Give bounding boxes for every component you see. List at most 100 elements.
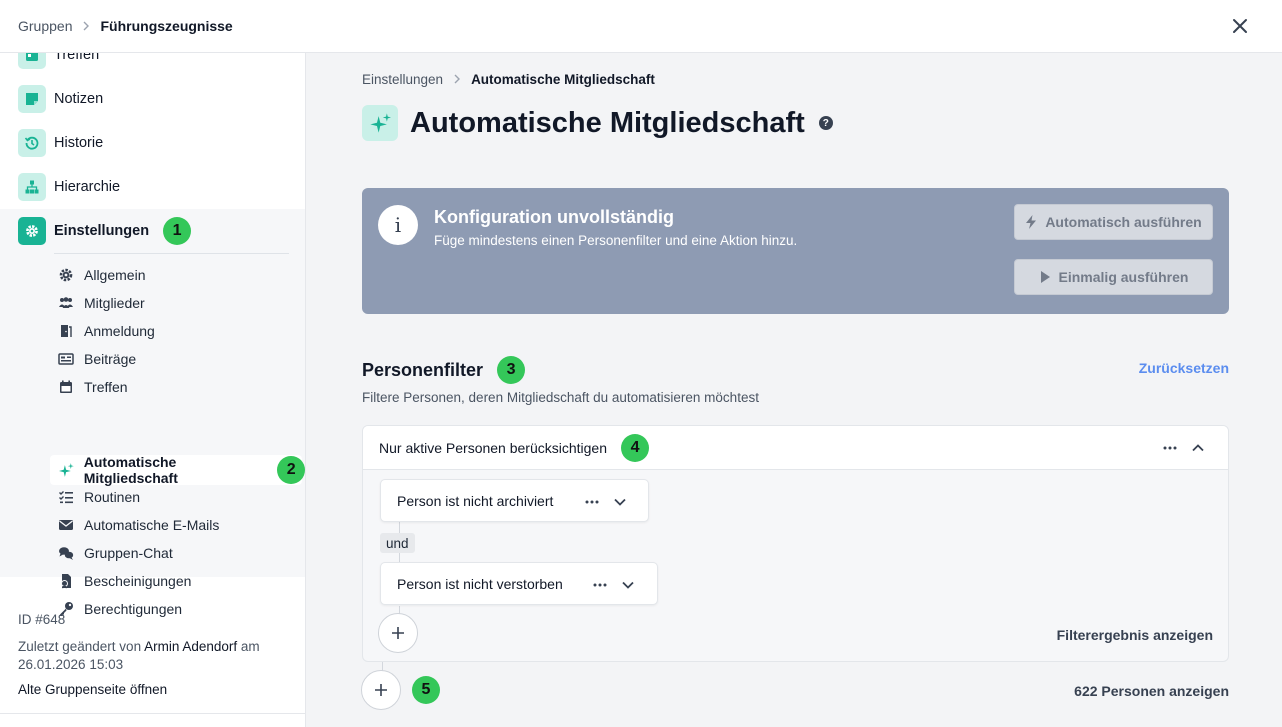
history-icon: [18, 129, 46, 157]
sidebar-item-label: Notizen: [54, 91, 104, 107]
reset-link[interactable]: Zurücksetzen: [1139, 360, 1229, 376]
sidebar-item-einstellungen[interactable]: Einstellungen 1: [18, 217, 192, 245]
button-label: Automatisch ausführen: [1045, 214, 1202, 230]
person-filter-heading: Personenfilter: [362, 359, 484, 380]
run-automatically-button[interactable]: Automatisch ausführen: [1014, 204, 1213, 240]
calendar-icon: [60, 380, 72, 393]
filter-group-card: Nur aktive Personen berücksichtigen 4 Pe…: [362, 425, 1229, 662]
sidebar-item-label: Historie: [54, 135, 104, 151]
chat-icon: [59, 547, 74, 560]
sidebar-item-historie[interactable]: Historie: [18, 129, 103, 157]
lightning-icon: [1026, 215, 1037, 229]
info-icon: i: [378, 205, 418, 245]
plus-icon: [392, 627, 404, 639]
settings-item-routinen[interactable]: Routinen: [58, 486, 140, 508]
add-filter-button[interactable]: [378, 613, 418, 653]
last-changed-prefix: Zuletzt geändert von: [18, 639, 142, 654]
filter-label: Person ist nicht archiviert: [397, 492, 554, 509]
sparkle-icon: [362, 105, 398, 141]
settings-item-allgemein[interactable]: Allgemein: [58, 264, 145, 286]
filter-card[interactable]: Person ist nicht archiviert: [380, 479, 649, 522]
sparkle-icon: [58, 463, 74, 477]
more-options-icon[interactable]: [585, 495, 599, 509]
settings-item-label: Bescheinigungen: [84, 573, 192, 589]
gear-icon: [18, 217, 46, 245]
play-icon: [1040, 271, 1050, 283]
breadcrumb-groups-link[interactable]: Gruppen: [18, 18, 72, 34]
close-icon[interactable]: [1228, 14, 1252, 38]
sidebar-item-label: Treffen: [54, 53, 100, 63]
settings-section: Einstellungen 1 Allgemein Mitglieder Anm…: [0, 209, 305, 617]
incomplete-config-banner: i Konfiguration unvollständig Füge minde…: [362, 188, 1229, 314]
chevron-right-icon: [453, 71, 461, 87]
note-icon: [18, 85, 46, 113]
page-header: Automatische Mitgliedschaft ?: [362, 105, 833, 141]
settings-item-label: Beiträge: [84, 351, 137, 367]
members-icon: [59, 297, 73, 308]
settings-item-gruppen-chat[interactable]: Gruppen-Chat: [58, 542, 173, 564]
and-connector-label: und: [380, 533, 415, 553]
settings-item-label: Berechtigungen: [84, 601, 183, 617]
sidebar-item-hierarchie[interactable]: Hierarchie: [18, 173, 120, 201]
chevron-up-icon[interactable]: [1191, 441, 1205, 455]
divider: [54, 253, 289, 254]
settings-item-beitraege[interactable]: Beiträge: [58, 348, 136, 370]
top-bar: Gruppen Führungszeugnisse: [0, 0, 1282, 53]
sidebar: Treffen Notizen Historie Hierarchie Eins…: [0, 53, 306, 727]
section-description: Filtere Personen, deren Mitgliedschaft d…: [362, 390, 759, 405]
main-content: Einstellungen Automatische Mitgliedschaf…: [306, 53, 1282, 727]
last-changed-info: Zuletzt geändert von Armin Adendorf am 2…: [18, 638, 278, 674]
breadcrumb-settings-link[interactable]: Einstellungen: [362, 72, 443, 87]
checklist-icon: [59, 491, 73, 504]
more-options-icon[interactable]: [593, 578, 607, 592]
settings-item-bescheinigungen[interactable]: Bescheinigungen: [58, 570, 191, 592]
settings-item-label: Automatische E-Mails: [84, 517, 220, 533]
settings-item-treffen[interactable]: Treffen: [58, 376, 128, 398]
settings-item-mitglieder[interactable]: Mitglieder: [58, 292, 145, 314]
last-changed-suffix: am: [240, 639, 260, 654]
chevron-right-icon: [82, 18, 90, 34]
certificate-icon: [61, 574, 71, 589]
settings-item-automatische-emails[interactable]: Automatische E-Mails: [58, 514, 219, 536]
sidebar-item-notizen[interactable]: Notizen: [18, 85, 103, 113]
show-filter-result-button[interactable]: Filterergebnis anzeigen: [1057, 627, 1213, 643]
old-group-page-link[interactable]: Alte Gruppenseite öffnen: [18, 682, 167, 697]
step-badge: 1: [163, 217, 192, 245]
button-label: Einmalig ausführen: [1058, 269, 1189, 285]
last-changed-date: 26.01.2026 15:03: [18, 657, 124, 672]
section-title: Personenfilter 3: [362, 356, 526, 384]
last-changed-by: Armin Adendorf: [144, 639, 238, 654]
settings-item-label: Gruppen-Chat: [84, 545, 173, 561]
more-options-icon[interactable]: [1163, 441, 1177, 455]
step-badge: 2: [277, 456, 305, 484]
settings-item-label: Allgemein: [84, 267, 146, 283]
door-icon: [61, 325, 72, 337]
settings-item-berechtigungen[interactable]: Berechtigungen: [58, 598, 182, 620]
breadcrumb-current: Automatische Mitgliedschaft: [471, 71, 655, 87]
plus-icon: [375, 684, 387, 696]
hierarchy-icon: [18, 173, 46, 201]
chevron-down-icon[interactable]: [621, 578, 635, 592]
filter-label: Person ist nicht verstorben: [397, 575, 563, 592]
show-persons-button[interactable]: 622 Personen anzeigen: [1074, 683, 1229, 699]
step-badge: 5: [412, 676, 440, 704]
settings-item-label: Mitglieder: [84, 295, 145, 311]
filter-card[interactable]: Person ist nicht verstorben: [380, 562, 658, 605]
help-icon[interactable]: ?: [818, 116, 833, 130]
step-badge: 3: [497, 356, 526, 384]
settings-item-label: Anmeldung: [84, 323, 155, 339]
settings-item-anmeldung[interactable]: Anmeldung: [58, 320, 155, 342]
sidebar-item-label: Einstellungen: [54, 223, 150, 239]
chevron-down-icon[interactable]: [613, 495, 627, 509]
mail-icon: [59, 520, 73, 530]
calendar-icon: [18, 53, 46, 69]
money-icon: [58, 353, 74, 365]
settings-item-automatische-mitgliedschaft[interactable]: Automatische Mitgliedschaft 2: [58, 454, 305, 486]
breadcrumb: Einstellungen Automatische Mitgliedschaf…: [362, 71, 655, 87]
run-once-button[interactable]: Einmalig ausführen: [1014, 259, 1213, 295]
sidebar-item-treffen[interactable]: Treffen: [18, 53, 99, 69]
banner-title: Konfiguration unvollständig: [434, 207, 674, 227]
add-filter-group-button[interactable]: [361, 670, 401, 710]
divider: [0, 713, 305, 714]
filter-group-header[interactable]: Nur aktive Personen berücksichtigen 4: [363, 426, 1228, 470]
